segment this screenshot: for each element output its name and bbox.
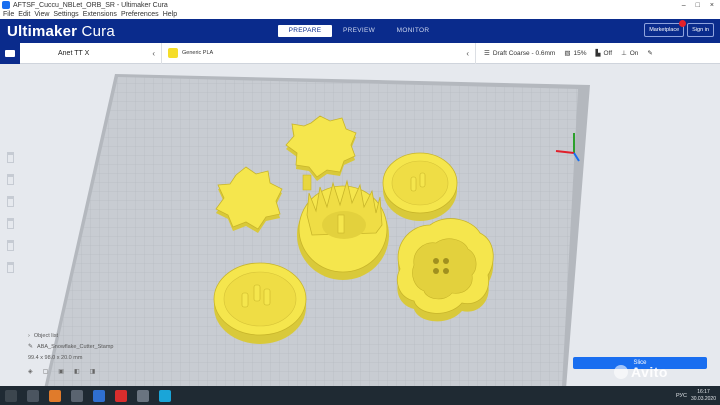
mirror-icon bbox=[6, 218, 14, 229]
chevron-right-icon: › bbox=[28, 333, 30, 339]
tab-monitor[interactable]: MONITOR bbox=[386, 25, 440, 37]
printer-selector[interactable]: Anet TT X ‹ bbox=[20, 42, 162, 64]
object-dimensions-row: 99.4 x 98.0 x 20.0 mm bbox=[28, 353, 113, 364]
chevron-left-icon: ‹ bbox=[466, 48, 469, 58]
menu-extensions[interactable]: Extensions bbox=[83, 11, 117, 18]
start-icon[interactable] bbox=[5, 389, 17, 402]
scale-tool-button[interactable] bbox=[3, 168, 17, 185]
print-setup-toolbar: Anet TT X ‹ Generic PLA ‹ ☰ Draft Coarse… bbox=[0, 42, 720, 64]
language-indicator[interactable]: РУС bbox=[676, 393, 687, 399]
model-cutter-flower[interactable] bbox=[397, 218, 494, 322]
maximize-button[interactable]: □ bbox=[696, 2, 700, 9]
support-blocker-icon bbox=[6, 262, 14, 273]
chevron-left-icon: ‹ bbox=[152, 48, 155, 58]
clock[interactable]: 16:17 30.03.2020 bbox=[691, 389, 716, 403]
window-titlebar: AFTSF_Cuccu_NBLet_ORB_SR - Ultimaker Cur… bbox=[0, 0, 720, 10]
media-player-icon[interactable] bbox=[71, 389, 83, 402]
sliders-icon: ☰ bbox=[484, 50, 490, 57]
scale-icon bbox=[6, 174, 14, 185]
material-name: Generic PLA bbox=[182, 50, 214, 56]
infill-icon: ▧ bbox=[564, 50, 571, 57]
printer-name: Anet TT X bbox=[58, 49, 90, 57]
menu-settings[interactable]: Settings bbox=[53, 11, 78, 18]
browser-icon[interactable] bbox=[93, 389, 105, 402]
cura-taskbar-icon[interactable] bbox=[159, 389, 171, 402]
object-dimensions: 99.4 x 98.0 x 20.0 mm bbox=[28, 355, 83, 361]
support-value: Off bbox=[603, 49, 613, 57]
adhesion-value: On bbox=[629, 49, 639, 57]
close-button[interactable]: × bbox=[710, 2, 714, 9]
avito-watermark: Avito bbox=[614, 364, 668, 380]
open-file-button[interactable] bbox=[0, 42, 20, 64]
tab-prepare[interactable]: PREPARE bbox=[278, 25, 332, 37]
print-settings-selector[interactable]: ☰ Draft Coarse - 0.6mm ▧ 15% ▙ Off ⊥ On … bbox=[476, 43, 720, 64]
menu-file[interactable]: File bbox=[3, 11, 14, 18]
support-icon: ▙ bbox=[595, 50, 601, 57]
tab-preview[interactable]: PREVIEW bbox=[332, 25, 386, 37]
pencil-icon: ✎ bbox=[647, 50, 653, 57]
left-view-icon[interactable]: ◧ bbox=[74, 368, 80, 375]
model-button-top-right[interactable] bbox=[382, 152, 458, 221]
menu-view[interactable]: View bbox=[34, 11, 49, 18]
menu-bar: File Edit View Settings Extensions Prefe… bbox=[0, 10, 720, 19]
top-view-icon[interactable]: ▣ bbox=[58, 368, 64, 375]
firefox-icon[interactable] bbox=[49, 389, 61, 402]
acrobat-icon[interactable] bbox=[115, 389, 127, 402]
explorer-icon[interactable] bbox=[137, 389, 149, 402]
menu-edit[interactable]: Edit bbox=[18, 11, 30, 18]
front-view-icon[interactable]: ▢ bbox=[43, 368, 49, 375]
adhesion-icon: ⊥ bbox=[621, 50, 627, 57]
object-name: ABA_Snowflake_Cutter_Stamp bbox=[37, 344, 114, 350]
marketplace-button[interactable]: Marketplace bbox=[644, 20, 687, 37]
object-list-toggle[interactable]: › Object list bbox=[28, 331, 113, 342]
object-name-row[interactable]: ✎ ABA_Snowflake_Cutter_Stamp bbox=[28, 342, 113, 353]
move-icon bbox=[6, 152, 14, 163]
signin-button[interactable]: Sign in bbox=[687, 23, 714, 37]
avito-logo-icon bbox=[614, 365, 628, 379]
profile-name: Draft Coarse - 0.6mm bbox=[492, 49, 556, 57]
per-model-settings-button[interactable] bbox=[3, 234, 17, 251]
object-list-label: Object list bbox=[33, 333, 58, 339]
task-view-icon[interactable] bbox=[27, 389, 39, 402]
right-view-icon[interactable]: ◨ bbox=[90, 368, 96, 375]
windows-taskbar: РУС 16:17 30.03.2020 bbox=[0, 386, 720, 405]
folder-icon bbox=[5, 49, 15, 57]
infill-value: 15% bbox=[573, 49, 587, 57]
view-orientation-controls: ◈ ▢ ▣ ◧ ◨ bbox=[28, 368, 95, 375]
mirror-tool-button[interactable] bbox=[3, 212, 17, 229]
header-actions: Marketplace Sign in bbox=[644, 20, 714, 37]
move-tool-button[interactable] bbox=[3, 146, 17, 163]
menu-help[interactable]: Help bbox=[163, 11, 177, 18]
brand-logo: Ultimaker Cura bbox=[7, 22, 115, 40]
model-button-bottom-left[interactable] bbox=[213, 262, 307, 344]
window-title: AFTSF_Cuccu_NBLet_ORB_SR - Ultimaker Cur… bbox=[13, 1, 168, 9]
pencil-icon: ✎ bbox=[28, 344, 34, 350]
system-tray: РУС 16:17 30.03.2020 bbox=[676, 389, 720, 403]
window-controls: – □ × bbox=[682, 2, 720, 9]
minimize-button[interactable]: – bbox=[682, 2, 686, 9]
material-selector[interactable]: Generic PLA ‹ bbox=[162, 42, 476, 64]
rotate-icon bbox=[6, 196, 14, 207]
object-list-panel: › Object list ✎ ABA_Snowflake_Cutter_Sta… bbox=[28, 331, 113, 364]
support-blocker-button[interactable] bbox=[3, 256, 17, 273]
tool-panel bbox=[3, 146, 17, 273]
menu-preferences[interactable]: Preferences bbox=[121, 11, 159, 18]
3d-view-icon[interactable]: ◈ bbox=[28, 368, 33, 375]
cura-app-icon bbox=[2, 1, 10, 9]
material-spool-icon bbox=[168, 48, 178, 58]
per-model-settings-icon bbox=[6, 240, 14, 251]
notification-badge bbox=[679, 20, 687, 27]
stage-tabs: PREPARE PREVIEW MONITOR bbox=[278, 25, 440, 37]
app-header: Ultimaker Cura PREPARE PREVIEW MONITOR M… bbox=[0, 19, 720, 43]
rotate-tool-button[interactable] bbox=[3, 190, 17, 207]
